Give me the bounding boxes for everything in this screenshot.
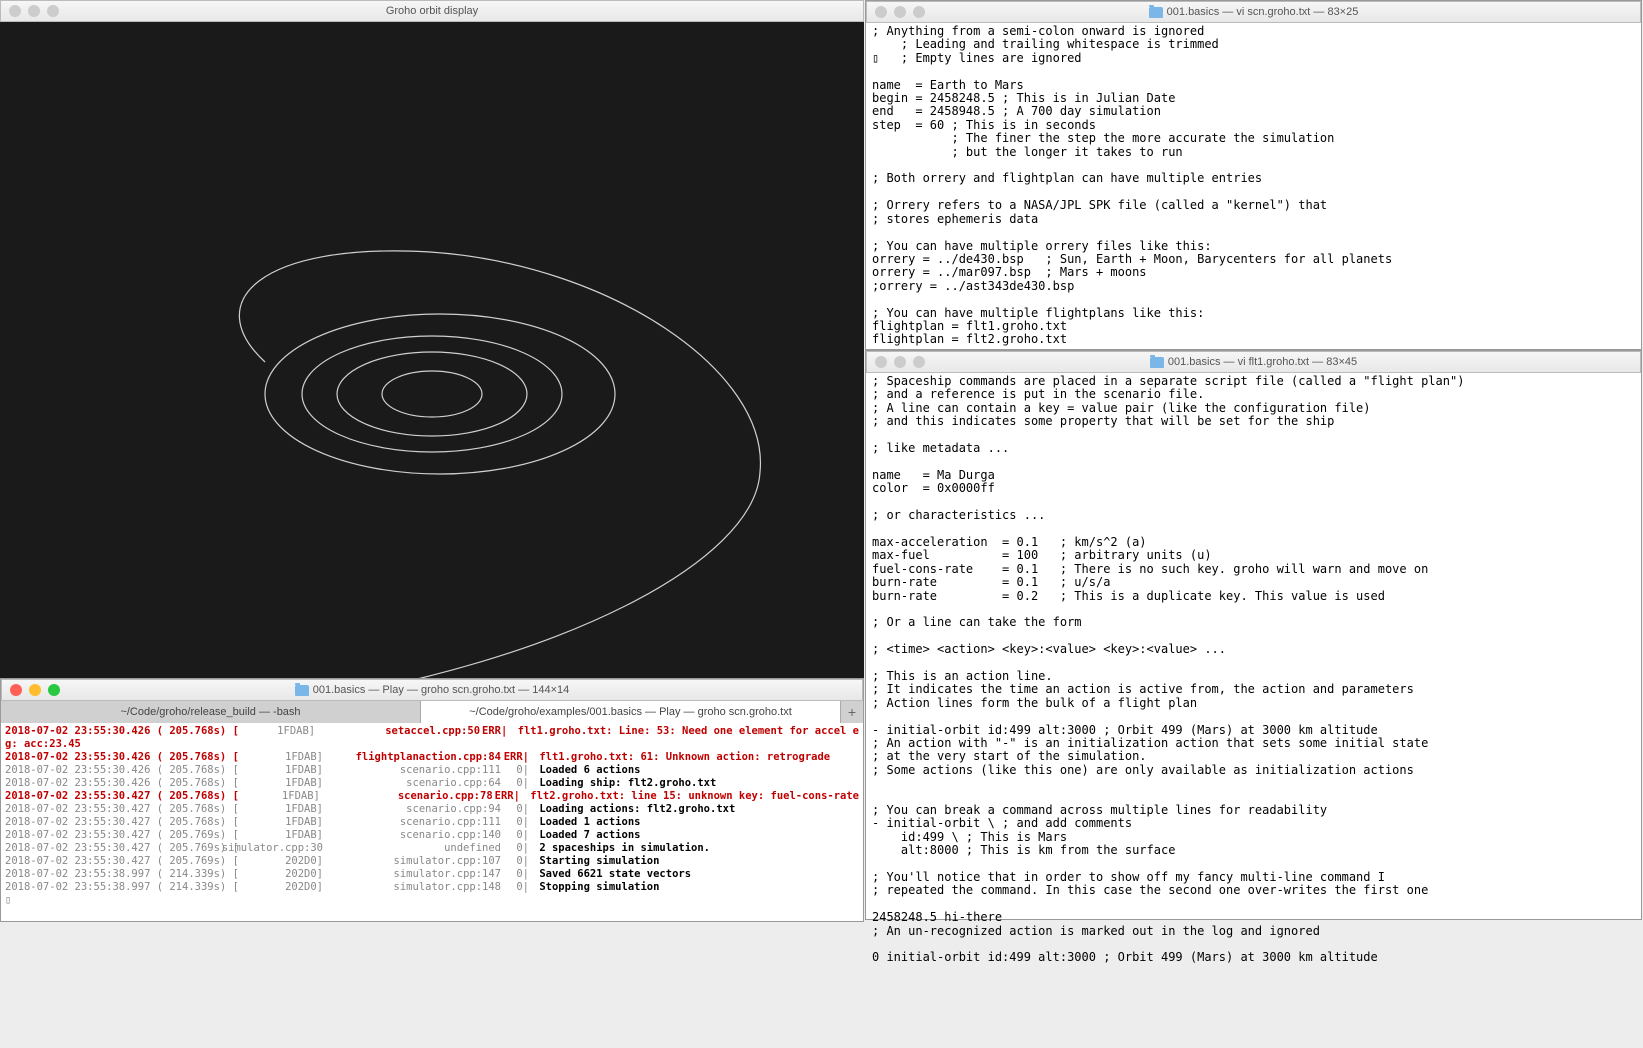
log-line: 2018-07-02 23:55:30.427 ( 205.768s) [1FD…: [5, 803, 859, 816]
log-line: 2018-07-02 23:55:30.426 ( 205.768s) [1FD…: [5, 777, 859, 790]
terminal-window-title: 001.basics — Play — groho scn.groho.txt …: [313, 684, 570, 696]
log-line: 2018-07-02 23:55:30.426 ( 205.768s) [1FD…: [5, 764, 859, 777]
terminal-tabs: ~/Code/groho/release_build — -bash ~/Cod…: [1, 701, 863, 723]
editor-window-scn: 001.basics — vi scn.groho.txt — 83×25 ; …: [865, 0, 1642, 350]
orbit-canvas[interactable]: [0, 22, 864, 678]
terminal-window: 001.basics — Play — groho scn.groho.txt …: [0, 678, 864, 922]
close-icon[interactable]: [10, 684, 22, 696]
minimize-icon[interactable]: [28, 5, 40, 17]
editor2-title: 001.basics — vi flt1.groho.txt — 83×45: [1168, 356, 1357, 368]
orbit-titlebar[interactable]: Groho orbit display: [0, 0, 864, 22]
log-line: 2018-07-02 23:55:30.427 ( 205.769s) [sim…: [5, 842, 859, 855]
tab-bash[interactable]: ~/Code/groho/release_build — -bash: [1, 701, 421, 723]
orbit-ring-3: [302, 336, 562, 452]
close-icon[interactable]: [9, 5, 21, 17]
log-line: 2018-07-02 23:55:30.426 ( 205.768s) [1FD…: [5, 725, 859, 738]
terminal-titlebar[interactable]: 001.basics — Play — groho scn.groho.txt …: [1, 679, 863, 701]
zoom-icon[interactable]: [48, 684, 60, 696]
close-icon[interactable]: [875, 356, 887, 368]
log-line: g: acc:23.45: [5, 738, 859, 751]
editor1-title: 001.basics — vi scn.groho.txt — 83×25: [1167, 6, 1359, 18]
editor-window-flt1: 001.basics — vi flt1.groho.txt — 83×45 ;…: [865, 350, 1642, 920]
editor1-titlebar[interactable]: 001.basics — vi scn.groho.txt — 83×25: [866, 1, 1641, 23]
new-tab-button[interactable]: +: [841, 701, 863, 723]
orbit-window-title: Groho orbit display: [386, 5, 478, 17]
zoom-icon[interactable]: [913, 6, 925, 18]
editor2-content[interactable]: ; Spaceship commands are placed in a sep…: [866, 373, 1641, 967]
log-line: 2018-07-02 23:55:38.997 ( 214.339s) [202…: [5, 881, 859, 894]
zoom-icon[interactable]: [47, 5, 59, 17]
orbit-window: Groho orbit display: [0, 0, 864, 678]
minimize-icon[interactable]: [29, 684, 41, 696]
folder-icon: [1149, 7, 1163, 18]
log-line: 2018-07-02 23:55:30.427 ( 205.768s) [1FD…: [5, 816, 859, 829]
minimize-icon[interactable]: [894, 6, 906, 18]
tab-groho[interactable]: ~/Code/groho/examples/001.basics — Play …: [421, 701, 841, 723]
orbit-ring-2: [337, 352, 527, 436]
log-line: 2018-07-02 23:55:30.426 ( 205.768s) [1FD…: [5, 751, 859, 764]
terminal-output[interactable]: 2018-07-02 23:55:30.426 ( 205.768s) [1FD…: [1, 723, 863, 909]
log-line: 2018-07-02 23:55:38.997 ( 214.339s) [202…: [5, 868, 859, 881]
close-icon[interactable]: [875, 6, 887, 18]
minimize-icon[interactable]: [894, 356, 906, 368]
orbit-ring-1: [382, 371, 482, 417]
log-line: 2018-07-02 23:55:30.427 ( 205.769s) [202…: [5, 855, 859, 868]
zoom-icon[interactable]: [913, 356, 925, 368]
editor1-content[interactable]: ; Anything from a semi-colon onward is i…: [866, 23, 1641, 349]
editor2-titlebar[interactable]: 001.basics — vi flt1.groho.txt — 83×45: [866, 351, 1641, 373]
folder-icon: [295, 685, 309, 696]
log-line: 2018-07-02 23:55:30.427 ( 205.768s) [1FD…: [5, 790, 859, 803]
log-line: 2018-07-02 23:55:30.427 ( 205.769s) [1FD…: [5, 829, 859, 842]
folder-icon: [1150, 357, 1164, 368]
orbit-trajectory: [239, 251, 760, 678]
